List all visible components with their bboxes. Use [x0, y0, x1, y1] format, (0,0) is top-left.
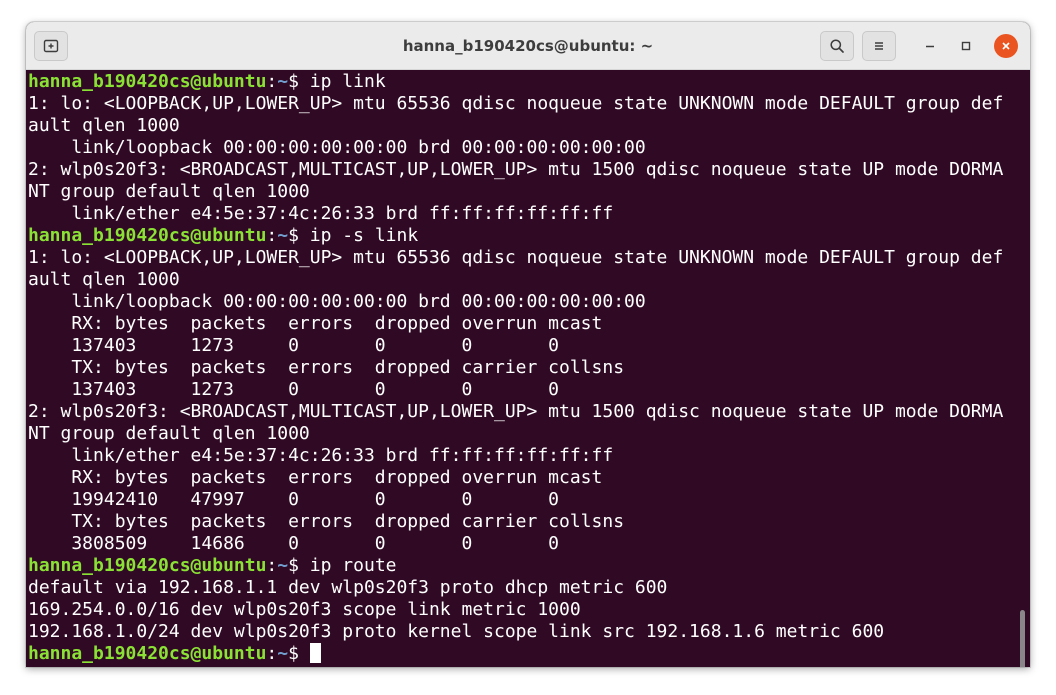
command-text: ip route — [309, 555, 397, 576]
prompt-symbol: $ — [288, 643, 310, 664]
prompt-symbol: $ — [288, 225, 310, 246]
output-line: link/loopback 00:00:00:00:00:00 brd 00:0… — [28, 137, 646, 158]
prompt-path: ~ — [277, 555, 289, 576]
prompt-separator: : — [266, 643, 278, 664]
output-line: RX: bytes packets errors dropped overrun… — [28, 313, 603, 334]
prompt-path: ~ — [277, 643, 289, 664]
search-icon — [830, 39, 844, 53]
hamburger-menu-icon — [875, 42, 883, 50]
output-line: 137403 1273 0 0 0 0 — [28, 335, 560, 356]
maximize-button[interactable] — [954, 34, 978, 58]
maximize-icon — [961, 41, 971, 51]
output-line: 137403 1273 0 0 0 0 — [28, 379, 560, 400]
terminal-output[interactable]: hanna_b190420cs@ubuntu:~$ ip link 1: lo:… — [26, 70, 1030, 667]
output-line: TX: bytes packets errors dropped carrier… — [28, 357, 625, 378]
output-line: NT group default qlen 1000 — [28, 181, 310, 202]
output-line: TX: bytes packets errors dropped carrier… — [28, 511, 625, 532]
output-line: 1: lo: <LOOPBACK,UP,LOWER_UP> mtu 65536 … — [28, 93, 1004, 114]
prompt-path: ~ — [277, 225, 289, 246]
menu-button[interactable] — [862, 31, 896, 61]
output-line: ault qlen 1000 — [28, 269, 180, 290]
terminal-window: hanna_b190420cs@ubuntu: ~ hanna_b190420c… — [26, 22, 1030, 667]
output-line: 2: wlp0s20f3: <BROADCAST,MULTICAST,UP,LO… — [28, 159, 1004, 180]
close-button[interactable] — [994, 34, 1018, 58]
output-line: link/loopback 00:00:00:00:00:00 brd 00:0… — [28, 291, 646, 312]
output-line: 19942410 47997 0 0 0 0 — [28, 489, 560, 510]
output-line: RX: bytes packets errors dropped overrun… — [28, 467, 603, 488]
title-bar[interactable]: hanna_b190420cs@ubuntu: ~ — [26, 22, 1030, 70]
output-line: 1: lo: <LOOPBACK,UP,LOWER_UP> mtu 65536 … — [28, 247, 1004, 268]
prompt-line: hanna_b190420cs@ubuntu:~$ ip route — [28, 555, 1030, 577]
prompt-separator: : — [266, 225, 278, 246]
output-line: NT group default qlen 1000 — [28, 423, 310, 444]
prompt-path: ~ — [277, 71, 289, 92]
close-icon — [1002, 42, 1010, 50]
prompt-user-host: hanna_b190420cs@ubuntu — [28, 71, 267, 92]
output-line: 192.168.1.0/24 dev wlp0s20f3 proto kerne… — [28, 621, 885, 642]
output-line: ault qlen 1000 — [28, 115, 180, 136]
prompt-user-host: hanna_b190420cs@ubuntu — [28, 643, 267, 664]
prompt-symbol: $ — [288, 71, 310, 92]
command-text: ip link — [309, 71, 386, 92]
output-line: default via 192.168.1.1 dev wlp0s20f3 pr… — [28, 577, 668, 598]
output-line: 3808509 14686 0 0 0 0 — [28, 533, 560, 554]
scrollbar-thumb[interactable] — [1020, 610, 1025, 667]
minimize-icon — [926, 45, 934, 48]
output-line: 169.254.0.0/16 dev wlp0s20f3 scope link … — [28, 599, 581, 620]
minimize-button[interactable] — [918, 34, 942, 58]
output-line: link/ether e4:5e:37:4c:26:33 brd ff:ff:f… — [28, 203, 614, 224]
prompt-line: hanna_b190420cs@ubuntu:~$ ip link — [28, 71, 1030, 93]
prompt-line: hanna_b190420cs@ubuntu:~$ ip -s link — [28, 225, 1030, 247]
prompt-separator: : — [266, 71, 278, 92]
search-button[interactable] — [820, 31, 854, 61]
prompt-user-host: hanna_b190420cs@ubuntu — [28, 555, 267, 576]
command-text: ip -s link — [309, 225, 419, 246]
output-line: link/ether e4:5e:37:4c:26:33 brd ff:ff:f… — [28, 445, 614, 466]
output-line: 2: wlp0s20f3: <BROADCAST,MULTICAST,UP,LO… — [28, 401, 1004, 422]
text-cursor — [309, 643, 321, 663]
prompt-user-host: hanna_b190420cs@ubuntu — [28, 225, 267, 246]
prompt-line-active[interactable]: hanna_b190420cs@ubuntu:~$ — [28, 643, 1030, 665]
prompt-separator: : — [266, 555, 278, 576]
prompt-symbol: $ — [288, 555, 310, 576]
